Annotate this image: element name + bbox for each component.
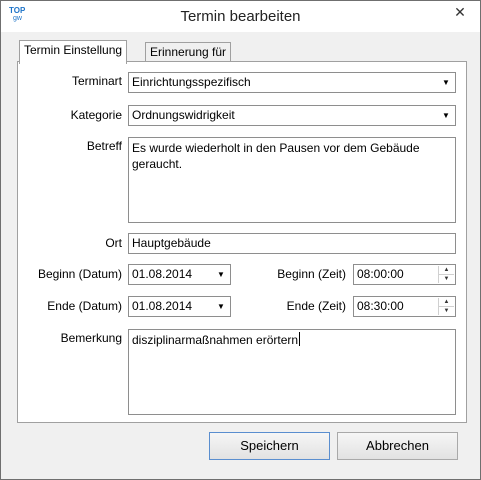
bemerkung-value: disziplinarmaßnahmen erörtern bbox=[132, 333, 299, 347]
beginn-zeit-value: 08:00:00 bbox=[357, 267, 404, 281]
kategorie-select[interactable]: Ordnungswidrigkeit ▼ bbox=[128, 105, 456, 126]
betreff-label: Betreff bbox=[86, 139, 122, 153]
beginn-datum-value: 01.08.2014 bbox=[132, 267, 193, 281]
cancel-button[interactable]: Abbrechen bbox=[337, 432, 458, 460]
arrow-down-icon[interactable]: ▼ bbox=[439, 306, 454, 314]
save-button[interactable]: Speichern bbox=[209, 432, 330, 460]
kategorie-label: Kategorie bbox=[70, 108, 122, 122]
beginn-datum-label: Beginn (Datum) bbox=[37, 267, 122, 281]
chevron-down-icon[interactable]: ▼ bbox=[438, 74, 454, 91]
bemerkung-textarea[interactable]: disziplinarmaßnahmen erörtern bbox=[128, 329, 456, 415]
text-caret bbox=[299, 332, 301, 346]
ende-datum-picker[interactable]: 01.08.2014 ▼ bbox=[128, 296, 231, 317]
ende-zeit-label: Ende (Zeit) bbox=[286, 299, 346, 313]
title-bar[interactable]: TOP gw Termin bearbeiten ✕ bbox=[1, 1, 480, 32]
terminart-select[interactable]: Einrichtungsspezifisch ▼ bbox=[128, 72, 456, 93]
arrow-down-icon[interactable]: ▼ bbox=[439, 274, 454, 282]
beginn-zeit-label: Beginn (Zeit) bbox=[277, 267, 346, 281]
dialog-window: TOP gw Termin bearbeiten ✕ Termin Einste… bbox=[0, 0, 481, 480]
beginn-zeit-spinner[interactable]: ▲ ▼ bbox=[438, 266, 454, 283]
ende-datum-label: Ende (Datum) bbox=[47, 299, 122, 313]
terminart-value: Einrichtungsspezifisch bbox=[132, 75, 251, 89]
close-icon[interactable]: ✕ bbox=[445, 2, 475, 23]
ende-datum-value: 01.08.2014 bbox=[132, 299, 193, 313]
beginn-datum-picker[interactable]: 01.08.2014 ▼ bbox=[128, 264, 231, 285]
ende-zeit-spinner[interactable]: ▲ ▼ bbox=[438, 298, 454, 315]
beginn-zeit-input[interactable]: 08:00:00 ▲ ▼ bbox=[353, 264, 456, 285]
window-title: Termin bearbeiten bbox=[180, 8, 301, 25]
arrow-up-icon[interactable]: ▲ bbox=[439, 266, 454, 274]
tab-termin-einstellung[interactable]: Termin Einstellung bbox=[19, 40, 128, 64]
terminart-label: Terminart bbox=[71, 74, 122, 88]
dialog-body: Termin Einstellung Erinnerung für Termin… bbox=[1, 32, 480, 479]
ort-label: Ort bbox=[105, 236, 122, 250]
kategorie-value: Ordnungswidrigkeit bbox=[132, 108, 235, 122]
bemerkung-label: Bemerkung bbox=[60, 331, 122, 345]
chevron-down-icon[interactable]: ▼ bbox=[438, 107, 454, 124]
ort-input[interactable]: Hauptgebäude bbox=[128, 233, 456, 254]
ende-zeit-input[interactable]: 08:30:00 ▲ ▼ bbox=[353, 296, 456, 317]
chevron-down-icon[interactable]: ▼ bbox=[213, 266, 229, 283]
chevron-down-icon[interactable]: ▼ bbox=[213, 298, 229, 315]
arrow-up-icon[interactable]: ▲ bbox=[439, 298, 454, 306]
betreff-textarea[interactable]: Es wurde wiederholt in den Pausen vor de… bbox=[128, 137, 456, 223]
ende-zeit-value: 08:30:00 bbox=[357, 299, 404, 313]
